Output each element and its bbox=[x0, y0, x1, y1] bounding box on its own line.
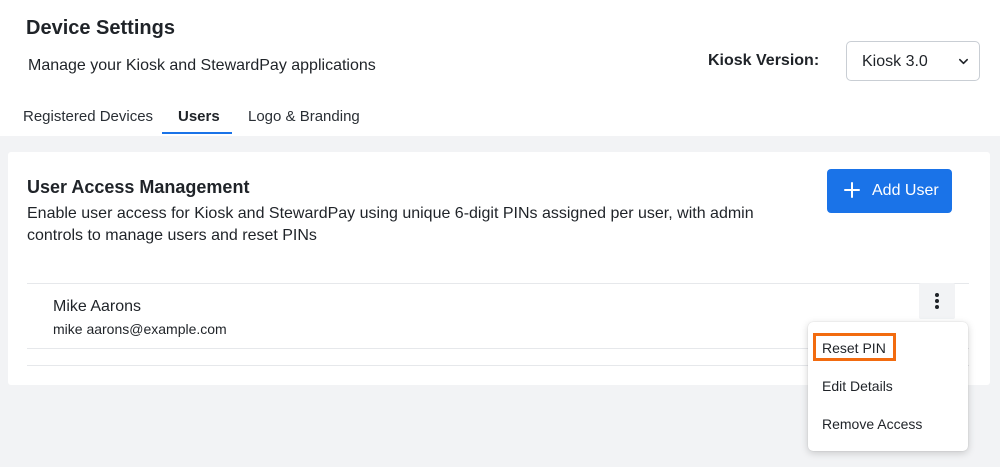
highlight-box bbox=[813, 333, 896, 361]
user-name: Mike Aarons bbox=[53, 298, 142, 315]
menu-item-remove-access[interactable]: Remove Access bbox=[822, 416, 922, 432]
tab-logo-branding[interactable]: Logo & Branding bbox=[248, 108, 360, 125]
active-tab-indicator bbox=[162, 132, 232, 134]
kiosk-version-value: Kiosk 3.0 bbox=[862, 53, 928, 70]
add-user-label: Add User bbox=[872, 182, 939, 199]
tab-registered-devices[interactable]: Registered Devices bbox=[23, 108, 153, 125]
plus-icon bbox=[844, 182, 860, 198]
page-title: Device Settings bbox=[26, 17, 175, 39]
settings-tabs: Registered Devices Users Logo & Branding bbox=[0, 98, 1000, 136]
divider bbox=[27, 283, 969, 284]
page-header: Device Settings Manage your Kiosk and St… bbox=[0, 0, 1000, 98]
card-title: User Access Management bbox=[27, 177, 250, 197]
menu-item-edit-details[interactable]: Edit Details bbox=[822, 378, 893, 394]
page-subtitle: Manage your Kiosk and StewardPay applica… bbox=[28, 57, 376, 74]
chevron-down-icon bbox=[959, 58, 968, 65]
kiosk-version-label: Kiosk Version: bbox=[708, 52, 820, 69]
tab-users[interactable]: Users bbox=[178, 108, 220, 125]
add-user-button[interactable]: Add User bbox=[827, 169, 952, 213]
card-description: Enable user access for Kiosk and Steward… bbox=[27, 205, 754, 244]
kiosk-version-select[interactable]: Kiosk 3.0 bbox=[846, 41, 980, 81]
more-options-button[interactable] bbox=[919, 283, 955, 319]
user-email: mike aarons@example.com bbox=[53, 321, 227, 337]
